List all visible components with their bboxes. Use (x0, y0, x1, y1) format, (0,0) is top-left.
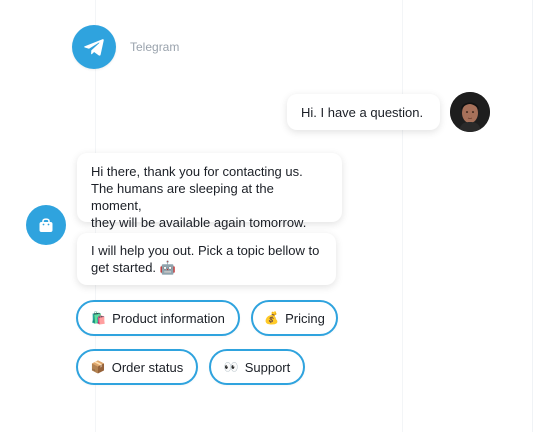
quick-reply-label: Order status (111, 359, 184, 375)
quick-reply-order-status[interactable]: 📦 Order status (76, 349, 198, 385)
user-message-text: Hi. I have a question. (301, 104, 424, 120)
money-bag-icon: 💰 (264, 311, 280, 325)
quick-reply-support[interactable]: 👀 Support (209, 349, 305, 385)
bot-message-line: I will help you out. Pick a topic bellow… (91, 243, 320, 258)
quick-reply-product-information[interactable]: 🛍️ Product information (76, 300, 240, 336)
paper-plane-icon (84, 39, 104, 56)
quick-reply-pricing[interactable]: 💰 Pricing (251, 300, 338, 336)
bag-glyph (39, 218, 53, 232)
platform-name: Telegram (130, 40, 180, 54)
chat-canvas: Telegram Hi. I have a question. Hi there… (0, 0, 533, 432)
user-message-bubble: Hi. I have a question. (287, 94, 440, 130)
bot-message-bubble: I will help you out. Pick a topic bellow… (77, 233, 336, 285)
bot-message-line: get started. 🤖 (91, 260, 176, 275)
shopping-bags-icon: 🛍️ (91, 311, 107, 325)
quick-reply-label: Pricing (285, 310, 325, 326)
telegram-icon (72, 25, 116, 69)
guide-line (402, 0, 403, 432)
quick-reply-label: Support (244, 359, 291, 375)
bot-message-bubble: Hi there, thank you for contacting us. T… (77, 153, 342, 230)
package-icon: 📦 (90, 360, 106, 374)
quick-reply-label: Product information (112, 310, 225, 326)
bot-message-line: Hi there, thank you for contacting us. (91, 164, 303, 179)
user-avatar (450, 92, 490, 132)
eyes-icon: 👀 (223, 360, 239, 374)
user-photo (450, 92, 490, 132)
chat-header: Telegram (72, 24, 179, 70)
bot-message-line: The humans are sleeping at the moment, (91, 181, 274, 213)
bot-message-line: they will be available again tomorrow. (91, 215, 307, 230)
shopping-bag-icon (26, 205, 66, 245)
